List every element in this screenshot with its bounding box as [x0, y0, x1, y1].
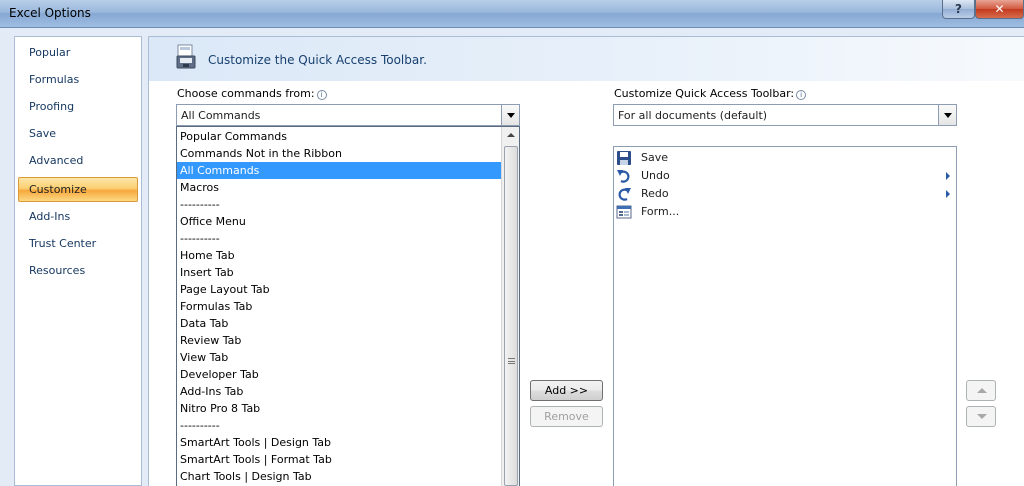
qat-item-label: Undo — [641, 169, 670, 182]
nav-item-customize-label: Customize — [29, 183, 87, 196]
window-title: Excel Options — [9, 6, 91, 20]
dropdown-option[interactable]: Nitro Pro 8 Tab — [177, 400, 501, 417]
dropdown-option[interactable]: Data Tab — [177, 315, 501, 332]
info-icon[interactable]: i — [796, 90, 807, 100]
form-icon — [616, 205, 632, 219]
customize-qat-label: Customize Quick Access Toolbar: i — [614, 87, 807, 100]
redo-icon — [618, 188, 631, 201]
dropdown-option[interactable]: Insert Tab — [177, 264, 501, 281]
section-title: Customize the Quick Access Toolbar. — [208, 53, 427, 67]
dropdown-option-selected[interactable]: All Commands — [177, 162, 501, 179]
nav-item-advanced[interactable]: Advanced — [29, 151, 83, 171]
dropdown-option[interactable]: Popular Commands — [177, 128, 501, 145]
customize-qat-dropdown[interactable]: For all documents (default) — [613, 104, 957, 126]
nav-item-proofing[interactable]: Proofing — [29, 97, 74, 117]
move-down-button[interactable] — [966, 406, 996, 427]
nav-item-resources[interactable]: Resources — [29, 261, 85, 281]
qat-item-label: Save — [641, 151, 669, 164]
close-button[interactable]: ✕ — [975, 0, 1024, 19]
add-button[interactable]: Add >> — [530, 380, 603, 401]
dropdown-separator: ---------- — [180, 198, 220, 211]
dropdown-arrow-icon[interactable] — [938, 105, 956, 125]
choose-commands-label: Choose commands from: i — [177, 87, 327, 100]
grip-icon — [508, 358, 515, 364]
undo-icon — [617, 170, 630, 183]
scroll-up-icon[interactable] — [502, 127, 519, 144]
move-up-button[interactable] — [966, 380, 996, 401]
submenu-arrow-icon — [946, 190, 950, 198]
dropdown-scrollbar[interactable] — [501, 127, 519, 486]
choose-commands-label-text: Choose commands from: — [177, 87, 315, 100]
dropdown-option[interactable]: Office Menu — [177, 213, 501, 230]
choose-commands-dropdown[interactable]: All Commands — [176, 104, 520, 126]
dropdown-option[interactable]: Home Tab — [177, 247, 501, 264]
nav-item-save[interactable]: Save — [29, 124, 56, 144]
dropdown-separator: ---------- — [180, 419, 220, 432]
dropdown-option[interactable]: Chart Tools | Design Tab — [177, 468, 501, 485]
dropdown-option[interactable]: View Tab — [177, 349, 501, 366]
customize-qat-value: For all documents (default) — [618, 109, 768, 122]
dropdown-separator: ---------- — [180, 232, 220, 245]
qat-item-label: Form... — [641, 205, 680, 218]
customize-qat-label-text: Customize Quick Access Toolbar: — [614, 87, 795, 100]
nav-item-formulas[interactable]: Formulas — [29, 70, 79, 90]
toolbar-customize-icon — [176, 44, 196, 69]
qat-item-redo[interactable]: Redo — [614, 185, 956, 203]
commands-dropdown-list[interactable]: Popular Commands Commands Not in the Rib… — [176, 126, 520, 486]
dropdown-option[interactable]: Review Tab — [177, 332, 501, 349]
options-nav: Popular Formulas Proofing Save Advanced … — [14, 36, 142, 486]
qat-item-save[interactable]: Save — [614, 149, 956, 167]
dropdown-option[interactable]: Macros — [177, 179, 501, 196]
nav-item-trust-center[interactable]: Trust Center — [29, 234, 96, 254]
help-button[interactable]: ? — [942, 0, 975, 19]
title-bar: Excel Options ? ✕ — [0, 0, 1024, 28]
nav-item-customize[interactable]: Customize — [18, 177, 138, 202]
remove-button[interactable]: Remove — [530, 406, 603, 427]
scroll-thumb[interactable] — [504, 146, 518, 486]
dropdown-arrow-icon[interactable] — [501, 105, 519, 125]
dropdown-option[interactable]: SmartArt Tools | Design Tab — [177, 434, 501, 451]
dropdown-option[interactable]: Developer Tab — [177, 366, 501, 383]
nav-item-add-ins[interactable]: Add-Ins — [29, 207, 70, 227]
qat-item-label: Redo — [641, 187, 669, 200]
dropdown-option[interactable]: Page Layout Tab — [177, 281, 501, 298]
customize-panel: Customize the Quick Access Toolbar. Choo… — [148, 36, 1024, 486]
qat-item-form[interactable]: Form... — [614, 203, 956, 221]
qat-item-undo[interactable]: Undo — [614, 167, 956, 185]
dropdown-option[interactable]: SmartArt Tools | Format Tab — [177, 451, 501, 468]
save-icon — [617, 151, 631, 165]
dropdown-option[interactable]: Formulas Tab — [177, 298, 501, 315]
submenu-arrow-icon — [946, 172, 950, 180]
nav-item-popular[interactable]: Popular — [29, 43, 70, 63]
dropdown-option[interactable]: Commands Not in the Ribbon — [177, 145, 501, 162]
choose-commands-value: All Commands — [181, 109, 261, 122]
info-icon[interactable]: i — [316, 90, 327, 100]
qat-commands-list[interactable]: Save Undo Redo Form... — [613, 146, 957, 486]
dropdown-option[interactable]: Add-Ins Tab — [177, 383, 501, 400]
section-header: Customize the Quick Access Toolbar. — [149, 37, 1024, 81]
